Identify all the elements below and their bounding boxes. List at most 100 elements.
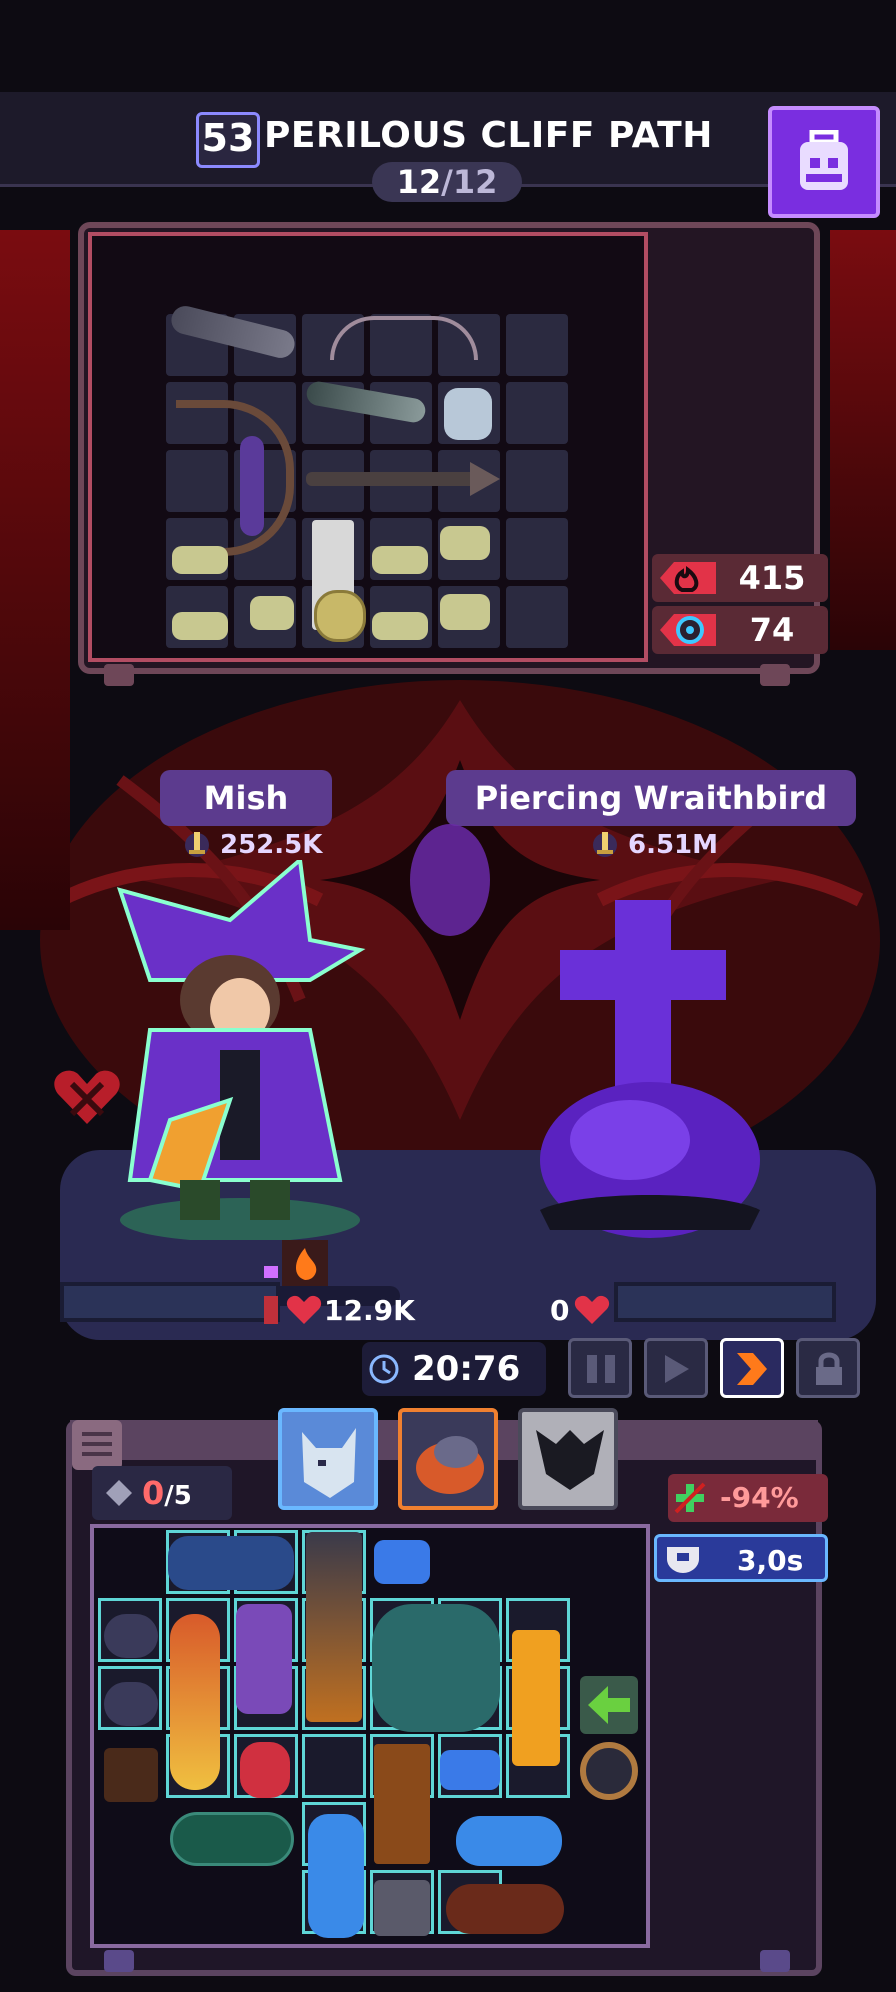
frame-peg	[760, 1950, 790, 1972]
slot-counter-value: 0/5	[142, 1466, 192, 1523]
shield-icon	[667, 1547, 699, 1573]
fast-forward-button[interactable]	[720, 1338, 784, 1398]
bag-item-ice-cluster[interactable]	[456, 1816, 562, 1866]
enemy-item-crossbow[interactable]	[330, 316, 478, 360]
bag-item-rune-stone[interactable]	[170, 1812, 294, 1866]
clock-icon	[369, 1354, 399, 1384]
enemy-item-arrow[interactable]	[306, 472, 492, 486]
bag-item-torch[interactable]	[170, 1614, 220, 1790]
enemy-spirit-glow	[410, 824, 490, 936]
heart-icon	[574, 1295, 610, 1324]
lock-button[interactable]	[796, 1338, 860, 1398]
enemy-grid-slot[interactable]	[506, 382, 568, 444]
dagger-icon	[185, 832, 209, 857]
bag-item-chest[interactable]	[104, 1748, 158, 1802]
bag-item-sausage[interactable]	[446, 1884, 564, 1934]
tab-hero-bat[interactable]	[518, 1408, 618, 1510]
bag-item-orb[interactable]	[104, 1682, 158, 1726]
slots-used: 0	[142, 1474, 165, 1512]
bag-item-dagger[interactable]	[374, 1880, 430, 1936]
pause-icon	[587, 1355, 615, 1383]
player-name: Mish	[203, 779, 289, 817]
frame-peg	[104, 1950, 134, 1972]
player-hp-fill	[264, 1296, 278, 1324]
player-name-tag: Mish	[160, 770, 332, 826]
bag-item-crystal[interactable]	[374, 1540, 430, 1584]
bag-item-tentacle[interactable]	[236, 1604, 292, 1714]
enemy-item-potion[interactable]	[444, 388, 492, 440]
enemy-grid-slot[interactable]	[506, 450, 568, 512]
player-hp-marker	[264, 1266, 278, 1278]
enemy-item-bone[interactable]	[440, 526, 490, 560]
heart-icon	[286, 1295, 322, 1324]
play-button[interactable]	[644, 1338, 708, 1398]
wave-total: /12	[441, 163, 498, 201]
slot-counter: 0/5	[92, 1466, 232, 1520]
dagger-icon	[593, 832, 617, 857]
bag-item-crystal-shard[interactable]	[308, 1814, 364, 1938]
wolf-icon	[302, 1428, 356, 1498]
menu-button[interactable]	[72, 1420, 122, 1470]
fire-status-icon	[282, 1240, 328, 1286]
enemy-grid-slot[interactable]	[506, 314, 568, 376]
bag-item-lightning-bolt[interactable]	[512, 1630, 560, 1766]
bag-grid-slot[interactable]	[302, 1734, 366, 1798]
enemy-power: 6.51M	[628, 830, 719, 860]
stat-reduction-value: -94%	[720, 1481, 799, 1514]
enemy-hp-bar	[614, 1282, 836, 1322]
bag-item-pet-dragon[interactable]	[372, 1604, 500, 1732]
enemy-attack-stat: 415	[652, 554, 828, 602]
stage-title: PERILOUS CLIFF PATH	[264, 115, 713, 156]
enemy-name-tag: Piercing Wraithbird	[446, 770, 856, 826]
inventory-button[interactable]	[768, 106, 880, 218]
arrow-left-icon	[588, 1686, 630, 1724]
wave-current: 12	[396, 163, 442, 201]
menu-icon	[82, 1432, 112, 1456]
player-power: 252.5K	[220, 830, 323, 860]
enemy-item-bone[interactable]	[172, 546, 228, 574]
player-hp-value: 12.9K	[324, 1294, 415, 1327]
enemy-attack-value: 415	[738, 559, 806, 597]
enemy-tombstone[interactable]	[520, 890, 780, 1250]
enemy-item-bone[interactable]	[372, 612, 428, 640]
bag-icon	[800, 130, 848, 190]
player-character[interactable]	[110, 860, 370, 1240]
slots-total: /5	[164, 1481, 192, 1511]
bag-item-round-shield[interactable]	[580, 1742, 638, 1800]
flame-icon	[660, 562, 716, 594]
skull-icon	[314, 590, 366, 642]
fast-forward-icon	[737, 1353, 767, 1385]
bag-item-lightning-staff[interactable]	[306, 1532, 362, 1722]
enemy-item-bone[interactable]	[440, 594, 490, 630]
stat-reduction-badge: -94%	[668, 1474, 828, 1522]
level-badge: 53	[196, 112, 260, 168]
cooldown-badge: 3,0s	[654, 1534, 828, 1582]
enemy-item-bone[interactable]	[372, 546, 428, 574]
enemy-item-bow-grip	[240, 436, 264, 536]
diamond-icon	[106, 1480, 132, 1506]
battle-timer: 20:76	[362, 1342, 546, 1396]
player-hp-bar	[60, 1282, 280, 1322]
enemy-grid-slot[interactable]	[506, 586, 568, 648]
enemy-grid-slot[interactable]	[506, 518, 568, 580]
bag-item-rune[interactable]	[168, 1536, 294, 1590]
pause-button[interactable]	[568, 1338, 632, 1398]
tab-hero-dragon[interactable]	[398, 1408, 498, 1510]
enemy-item-bone[interactable]	[250, 596, 294, 630]
right-curtain	[830, 230, 896, 650]
battle-timer-value: 20:76	[412, 1349, 521, 1389]
frame-peg	[104, 664, 134, 686]
left-curtain	[0, 230, 70, 930]
tab-hero-wolf[interactable]	[278, 1408, 378, 1510]
frame-peg	[760, 664, 790, 686]
bag-item-branch[interactable]	[374, 1744, 430, 1864]
lock-icon	[816, 1352, 842, 1385]
bag-item-orb[interactable]	[104, 1614, 158, 1658]
arrowhead-icon	[470, 462, 500, 496]
heart-broken-icon	[54, 1070, 120, 1124]
bat-icon	[536, 1430, 604, 1490]
enemy-item-bone[interactable]	[172, 612, 228, 640]
bag-item-red-potion[interactable]	[240, 1742, 290, 1798]
bag-item-crystal[interactable]	[440, 1750, 500, 1790]
enemy-hp-value: 0	[550, 1294, 570, 1327]
